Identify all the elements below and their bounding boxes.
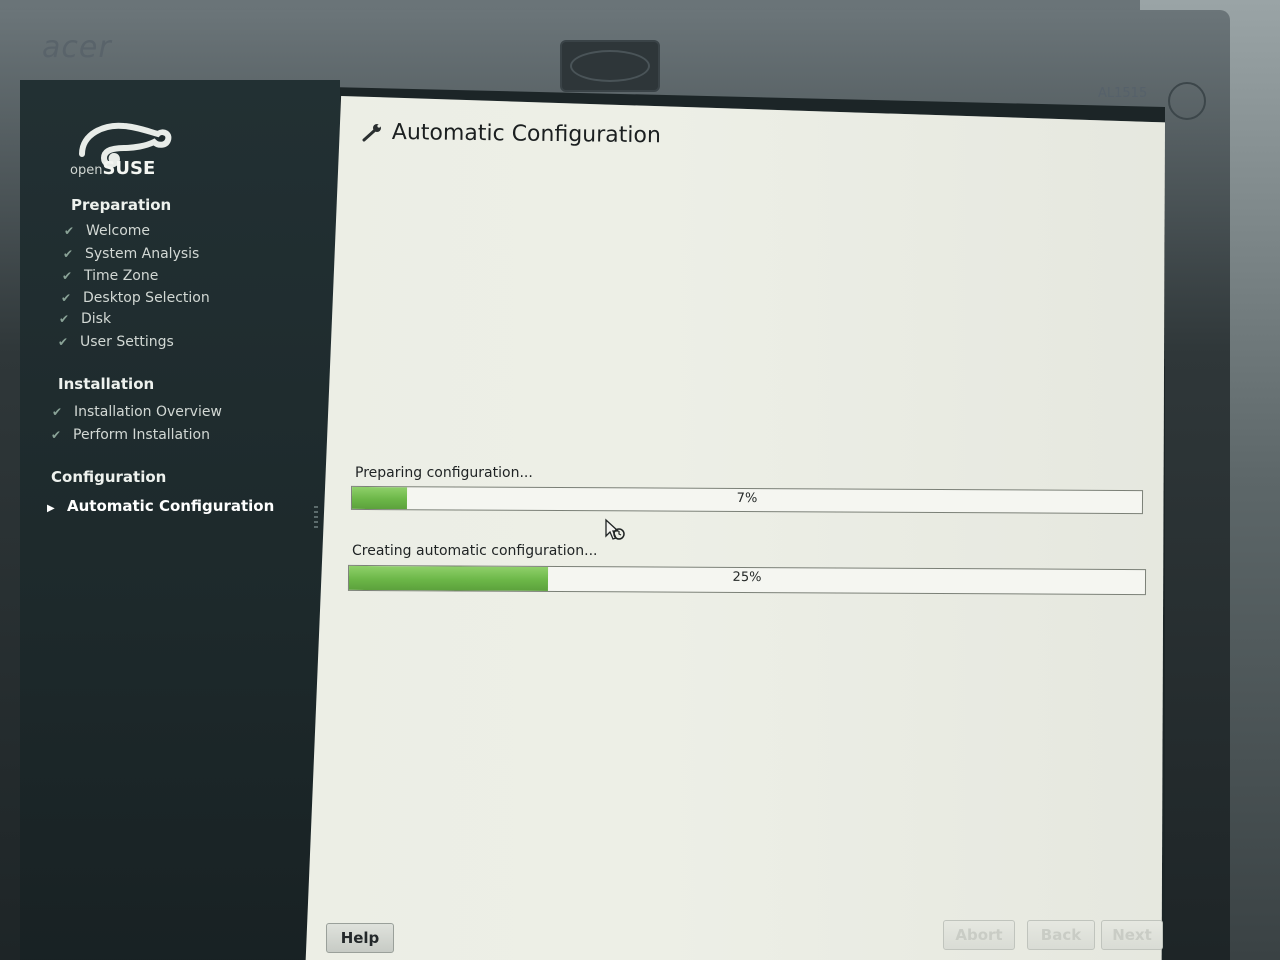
sidebar-step-perform-installation: ✔ Perform Installation bbox=[51, 427, 210, 443]
busy-cursor-icon bbox=[605, 518, 625, 540]
main-content bbox=[305, 96, 1165, 960]
progress-label-preparing: Preparing configuration... bbox=[355, 465, 533, 481]
check-icon: ✔ bbox=[52, 405, 63, 419]
back-button[interactable]: Back bbox=[1027, 920, 1095, 950]
check-icon: ✔ bbox=[51, 428, 62, 442]
sidebar-step-installation-overview: ✔ Installation Overview bbox=[52, 404, 222, 420]
sidebar-step-user-settings: ✔ User Settings bbox=[58, 334, 174, 350]
power-button bbox=[1168, 82, 1206, 120]
section-installation: Installation bbox=[58, 375, 155, 393]
sidebar bbox=[20, 80, 340, 960]
sidebar-step-desktop-selection: ✔ Desktop Selection bbox=[61, 290, 210, 306]
sidebar-step-disk: ✔ Disk bbox=[59, 311, 112, 327]
check-icon: ✔ bbox=[59, 312, 70, 326]
check-icon: ✔ bbox=[64, 224, 75, 238]
progress-bar-creating: 25% bbox=[347, 564, 1147, 596]
check-icon: ✔ bbox=[62, 269, 73, 283]
current-step-arrow-icon: ▶ bbox=[47, 503, 55, 514]
sidebar-splitter-handle[interactable] bbox=[314, 506, 318, 528]
photo-frame: acer AL1515 openSUSE Preparation ✔ Welcom… bbox=[0, 0, 1280, 960]
monitor-badge bbox=[560, 40, 660, 92]
progress-percent: 7% bbox=[736, 490, 758, 507]
sidebar-step-welcome: ✔ Welcome bbox=[64, 223, 151, 239]
help-button[interactable]: Help bbox=[326, 923, 394, 953]
sidebar-step-time-zone: ✔ Time Zone bbox=[62, 268, 159, 284]
monitor-brand: acer bbox=[42, 30, 112, 65]
page-title: Automatic Configuration bbox=[391, 120, 662, 149]
sidebar-step-system-analysis: ✔ System Analysis bbox=[63, 246, 200, 262]
opensuse-logo-text: openSUSE bbox=[70, 158, 156, 179]
wrench-icon bbox=[362, 124, 381, 142]
abort-button[interactable]: Abort bbox=[943, 920, 1015, 950]
section-configuration: Configuration bbox=[51, 468, 167, 486]
progress-label-creating: Creating automatic configuration... bbox=[352, 543, 598, 559]
section-preparation: Preparation bbox=[71, 196, 172, 214]
progress-bar-preparing: 7% bbox=[350, 485, 1144, 515]
check-icon: ✔ bbox=[61, 291, 72, 305]
next-button[interactable]: Next bbox=[1101, 920, 1163, 950]
monitor-model: AL1515 bbox=[1098, 86, 1148, 101]
check-icon: ✔ bbox=[63, 247, 74, 261]
check-icon: ✔ bbox=[58, 335, 69, 349]
sidebar-step-automatic-configuration: ▶ Automatic Configuration bbox=[47, 497, 275, 515]
